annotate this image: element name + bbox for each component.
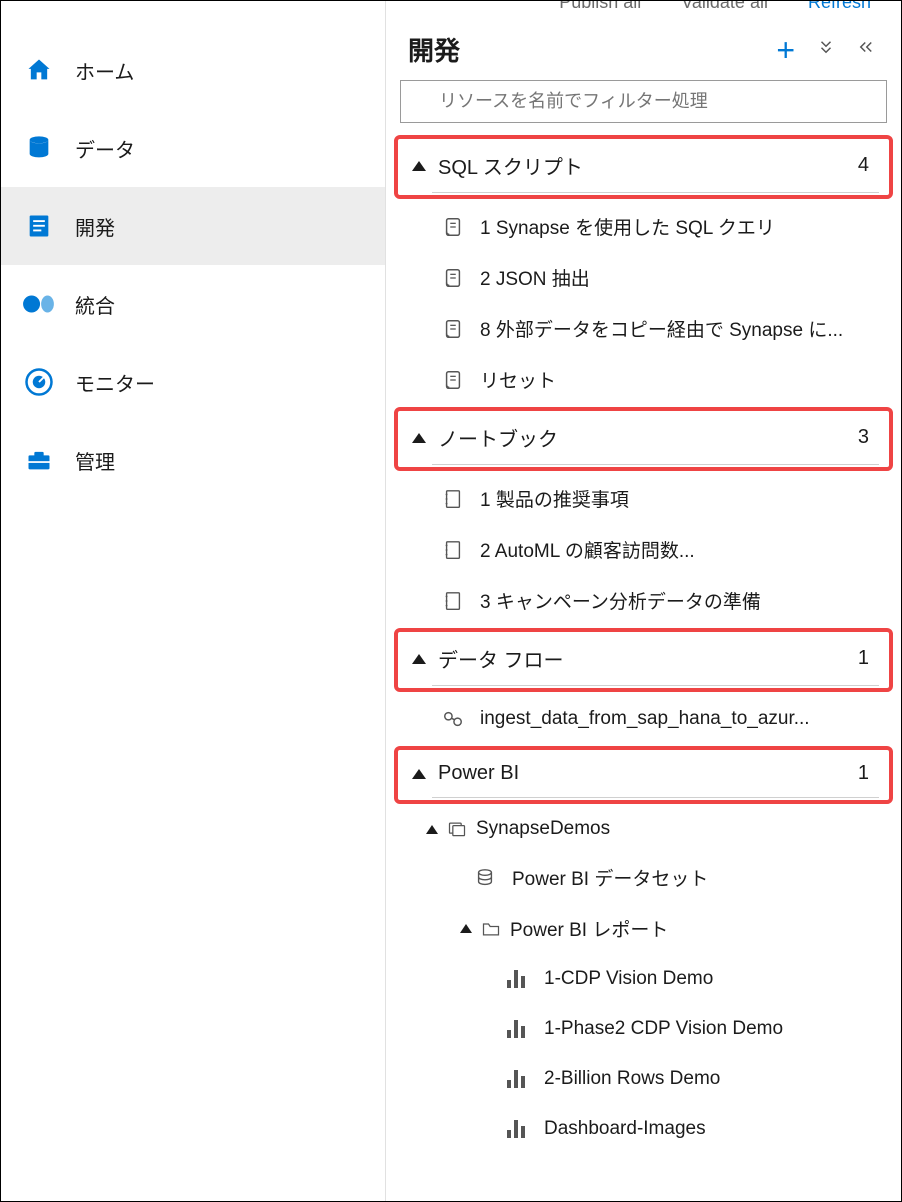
database-icon — [19, 129, 59, 167]
powerbi-report-item[interactable]: 2-Billion Rows Demo — [386, 1054, 901, 1104]
sidebar: ホーム データ 開発 統合 モニター — [1, 1, 386, 1201]
sql-script-item[interactable]: 2 JSON 抽出 — [386, 252, 901, 303]
bar-chart-icon — [504, 1016, 530, 1042]
section-label: Power BI — [438, 762, 858, 785]
expand-triangle-icon — [412, 769, 426, 779]
sql-script-item[interactable]: 8 外部データをコピー経由で Synapse に... — [386, 303, 901, 354]
leaf-label: 2 AutoML の顧客訪問数... — [480, 536, 695, 563]
monitor-icon — [19, 363, 59, 401]
leaf-label: Power BI データセット — [512, 864, 708, 891]
leaf-label: Dashboard-Images — [544, 1118, 706, 1140]
add-button[interactable]: + — [776, 34, 795, 66]
expand-triangle-icon — [412, 161, 426, 171]
panel-title: 開発 — [408, 31, 460, 68]
expand-triangle-icon — [412, 654, 426, 664]
sidebar-item-integrate[interactable]: 統合 — [1, 265, 385, 343]
toolbar-publish[interactable]: Publish all — [559, 1, 641, 13]
sidebar-item-home[interactable]: ホーム — [1, 31, 385, 109]
notebook-icon — [440, 588, 466, 614]
sidebar-item-manage[interactable]: 管理 — [1, 421, 385, 499]
main-panel: Publish all Validate all Refresh 開発 + — [386, 1, 901, 1201]
powerbi-workspace[interactable]: SynapseDemos — [386, 806, 901, 852]
section-sql-scripts-highlight: SQL スクリプト 4 — [394, 135, 893, 199]
powerbi-report-item[interactable]: 1-CDP Vision Demo — [386, 954, 901, 1004]
toolbar-partial: Publish all Validate all Refresh — [386, 1, 901, 13]
toolbox-icon — [19, 441, 59, 479]
workspace-icon — [444, 819, 470, 839]
section-power-bi[interactable]: Power BI 1 — [398, 750, 889, 797]
section-count: 4 — [858, 154, 869, 177]
sidebar-item-label: 統合 — [75, 290, 115, 319]
script-icon — [440, 214, 466, 240]
leaf-label: リセット — [480, 366, 556, 393]
reports-folder-label: Power BI レポート — [510, 915, 668, 942]
section-label: データ フロー — [438, 644, 858, 673]
sidebar-item-monitor[interactable]: モニター — [1, 343, 385, 421]
sidebar-item-develop[interactable]: 開発 — [1, 187, 385, 265]
develop-icon — [19, 207, 59, 245]
workspace-label: SynapseDemos — [476, 818, 610, 840]
leaf-label: 3 キャンペーン分析データの準備 — [480, 587, 761, 614]
bar-chart-icon — [504, 1116, 530, 1142]
expand-all-icon[interactable] — [817, 38, 835, 61]
leaf-label: ingest_data_from_sap_hana_to_azur... — [480, 708, 810, 730]
script-icon — [440, 265, 466, 291]
sql-script-item[interactable]: リセット — [386, 354, 901, 405]
powerbi-datasets[interactable]: Power BI データセット — [386, 852, 901, 903]
notebook-item[interactable]: 1 製品の推奨事項 — [386, 473, 901, 524]
integrate-icon — [19, 285, 59, 323]
dataflow-icon — [440, 706, 466, 732]
bar-chart-icon — [504, 1066, 530, 1092]
sidebar-item-label: 開発 — [75, 212, 115, 241]
sidebar-item-label: ホーム — [75, 56, 134, 85]
leaf-label: 2-Billion Rows Demo — [544, 1068, 720, 1090]
notebook-icon — [440, 486, 466, 512]
powerbi-report-item[interactable]: Dashboard-Images — [386, 1104, 901, 1154]
section-label: ノートブック — [438, 423, 858, 452]
leaf-label: 2 JSON 抽出 — [480, 264, 590, 291]
data-flow-item[interactable]: ingest_data_from_sap_hana_to_azur... — [386, 694, 901, 744]
filter-input[interactable] — [400, 80, 887, 123]
notebook-item[interactable]: 2 AutoML の顧客訪問数... — [386, 524, 901, 575]
notebook-icon — [440, 537, 466, 563]
leaf-label: 8 外部データをコピー経由で Synapse に... — [480, 315, 843, 342]
resource-tree: SQL スクリプト 4 1 Synapse を使用した SQL クエリ 2 JS… — [386, 127, 901, 1201]
section-count: 1 — [858, 762, 869, 785]
section-sql-scripts[interactable]: SQL スクリプト 4 — [398, 139, 889, 192]
folder-icon — [478, 919, 504, 939]
section-label: SQL スクリプト — [438, 151, 858, 180]
sidebar-item-label: モニター — [75, 368, 155, 397]
powerbi-report-item[interactable]: 1-Phase2 CDP Vision Demo — [386, 1004, 901, 1054]
leaf-label: 1 製品の推奨事項 — [480, 485, 629, 512]
sidebar-item-data[interactable]: データ — [1, 109, 385, 187]
bar-chart-icon — [504, 966, 530, 992]
leaf-label: 1-CDP Vision Demo — [544, 968, 713, 990]
sidebar-item-label: 管理 — [75, 446, 115, 475]
expand-triangle-icon — [460, 924, 472, 933]
section-notebooks[interactable]: ノートブック 3 — [398, 411, 889, 464]
expand-triangle-icon — [426, 825, 438, 834]
sql-script-item[interactable]: 1 Synapse を使用した SQL クエリ — [386, 201, 901, 252]
toolbar-validate[interactable]: Validate all — [681, 1, 768, 13]
section-notebooks-highlight: ノートブック 3 — [394, 407, 893, 471]
leaf-label: 1-Phase2 CDP Vision Demo — [544, 1018, 783, 1040]
notebook-item[interactable]: 3 キャンペーン分析データの準備 — [386, 575, 901, 626]
expand-triangle-icon — [412, 433, 426, 443]
leaf-label: 1 Synapse を使用した SQL クエリ — [480, 213, 775, 240]
section-count: 1 — [858, 647, 869, 670]
toolbar-refresh[interactable]: Refresh — [808, 1, 871, 13]
dataset-icon — [472, 865, 498, 891]
script-icon — [440, 316, 466, 342]
collapse-all-icon[interactable] — [857, 38, 875, 61]
powerbi-reports-folder[interactable]: Power BI レポート — [386, 903, 901, 954]
section-data-flows-highlight: データ フロー 1 — [394, 628, 893, 692]
script-icon — [440, 367, 466, 393]
section-count: 3 — [858, 426, 869, 449]
section-data-flows[interactable]: データ フロー 1 — [398, 632, 889, 685]
section-power-bi-highlight: Power BI 1 — [394, 746, 893, 804]
sidebar-item-label: データ — [75, 134, 135, 163]
home-icon — [19, 51, 59, 89]
